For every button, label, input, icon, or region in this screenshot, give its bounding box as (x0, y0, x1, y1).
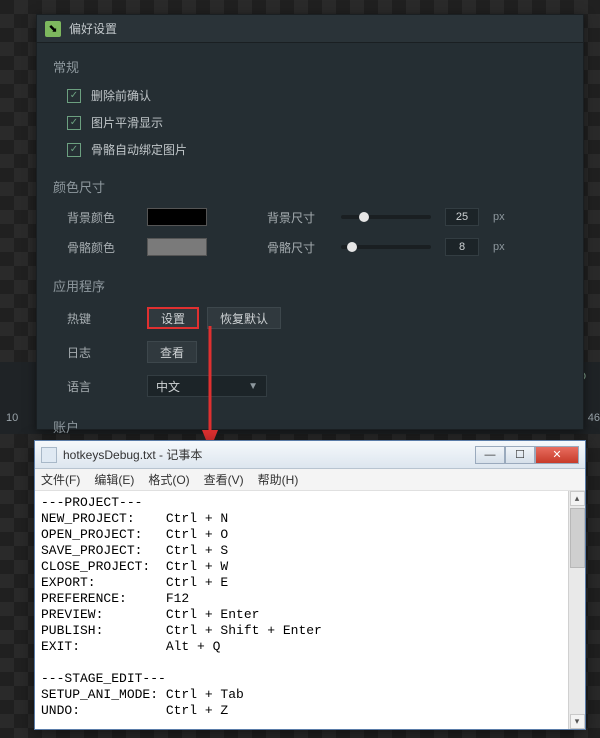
menu-format[interactable]: 格式(O) (148, 471, 189, 488)
notepad-title: hotkeysDebug.txt - 记事本 (63, 446, 202, 463)
notepad-titlebar[interactable]: hotkeysDebug.txt - 记事本 — ☐ ✕ (35, 441, 585, 469)
language-label: 语言 (67, 378, 147, 395)
unit-label: px (493, 211, 505, 223)
chevron-down-icon: ▼ (248, 381, 258, 392)
checkbox-row-delete[interactable]: ✓ 删除前确认 (37, 82, 583, 109)
menu-edit[interactable]: 编辑(E) (94, 471, 134, 488)
bone-size-slider[interactable] (341, 245, 431, 249)
section-heading-app: 应用程序 (37, 262, 583, 301)
section-heading-colorsize: 颜色尺寸 (37, 163, 583, 202)
scroll-thumb[interactable] (570, 508, 585, 568)
bg-size-input[interactable]: 25 (445, 208, 479, 226)
checkbox-icon[interactable]: ✓ (67, 89, 81, 103)
log-label: 日志 (67, 344, 147, 361)
preferences-dialog: ⬊ 偏好设置 常规 ✓ 删除前确认 ✓ 图片平滑显示 ✓ 骨骼自动绑定图片 颜色… (36, 14, 584, 430)
bone-color-swatch[interactable] (147, 238, 207, 256)
hotkey-restore-button[interactable]: 恢复默认 (207, 307, 281, 329)
bg-color-label: 背景颜色 (67, 209, 147, 226)
ruler-tick: 10 (6, 412, 18, 424)
bg-color-swatch[interactable] (147, 208, 207, 226)
checkbox-label: 骨骼自动绑定图片 (91, 141, 187, 158)
dialog-title: 偏好设置 (69, 20, 117, 37)
checkbox-row-autobind[interactable]: ✓ 骨骼自动绑定图片 (37, 136, 583, 163)
app-icon: ⬊ (45, 21, 61, 37)
dialog-titlebar[interactable]: ⬊ 偏好设置 (37, 15, 583, 43)
vertical-scrollbar[interactable]: ▴ ▾ (568, 491, 585, 729)
bone-size-label: 骨骼尺寸 (267, 239, 327, 256)
ruler-tick: 46 (588, 412, 600, 424)
checkbox-icon[interactable]: ✓ (67, 116, 81, 130)
unit-label: px (493, 241, 505, 253)
section-heading-general: 常规 (37, 43, 583, 82)
language-value: 中文 (156, 378, 180, 395)
scroll-down-icon[interactable]: ▾ (570, 714, 585, 729)
menu-view[interactable]: 查看(V) (204, 471, 244, 488)
notepad-window: hotkeysDebug.txt - 记事本 — ☐ ✕ 文件(F) 编辑(E)… (34, 440, 586, 730)
log-view-button[interactable]: 查看 (147, 341, 197, 363)
bg-size-label: 背景尺寸 (267, 209, 327, 226)
hotkey-label: 热键 (67, 310, 147, 327)
bone-color-label: 骨骼颜色 (67, 239, 147, 256)
minimize-button[interactable]: — (475, 446, 505, 464)
bg-size-slider[interactable] (341, 215, 431, 219)
checkbox-row-smooth[interactable]: ✓ 图片平滑显示 (37, 109, 583, 136)
scroll-up-icon[interactable]: ▴ (570, 491, 585, 506)
checkbox-icon[interactable]: ✓ (67, 143, 81, 157)
notepad-menubar: 文件(F) 编辑(E) 格式(O) 查看(V) 帮助(H) (35, 469, 585, 491)
checkbox-label: 图片平滑显示 (91, 114, 163, 131)
checkbox-label: 删除前确认 (91, 87, 151, 104)
hotkey-settings-button[interactable]: 设置 (147, 307, 199, 329)
bone-size-input[interactable]: 8 (445, 238, 479, 256)
language-select[interactable]: 中文 ▼ (147, 375, 267, 397)
menu-file[interactable]: 文件(F) (41, 471, 80, 488)
section-heading-account: 账户 (37, 403, 583, 442)
notepad-icon (41, 447, 57, 463)
notepad-text-area[interactable]: ---PROJECT--- NEW_PROJECT: Ctrl + N OPEN… (35, 491, 568, 729)
maximize-button[interactable]: ☐ (505, 446, 535, 464)
menu-help[interactable]: 帮助(H) (258, 471, 299, 488)
close-button[interactable]: ✕ (535, 446, 579, 464)
